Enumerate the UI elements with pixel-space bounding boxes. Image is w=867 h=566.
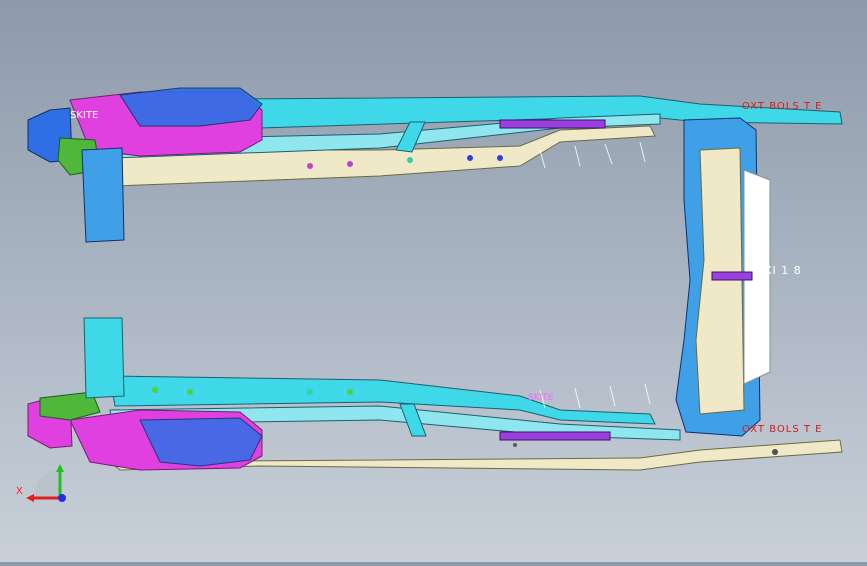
connector-lines: [539, 141, 651, 409]
axis-triad: [26, 464, 66, 502]
annotation-middle-right: XI 1 8: [764, 264, 802, 277]
rear-cross-member[interactable]: [675, 117, 771, 437]
annotation-top-right: OXT BOLS T E: [742, 101, 823, 112]
bottom-purple-strip: [499, 431, 611, 441]
cad-viewport[interactable]: OXT BOLS T E OXT BOLS T E XI 1 8 SKITE S…: [0, 0, 867, 562]
top-vertical-bracket: [81, 147, 125, 243]
cross-member-cream: [695, 147, 745, 415]
vehicle-frame-model[interactable]: [0, 0, 867, 562]
annotation-bottom-mid: SKITE: [528, 393, 554, 403]
annotation-bottom-right: OXT BOLS T E: [742, 424, 823, 435]
bottom-vertical-bracket: [83, 317, 125, 399]
bottom-blue-housing: [139, 417, 263, 467]
top-blue-housing: [119, 87, 263, 127]
top-purple-strip: [499, 119, 606, 129]
annotation-top-left: SKITE: [70, 110, 99, 121]
axis-x-label: X: [16, 486, 23, 497]
cross-member-bolt: [711, 271, 753, 281]
